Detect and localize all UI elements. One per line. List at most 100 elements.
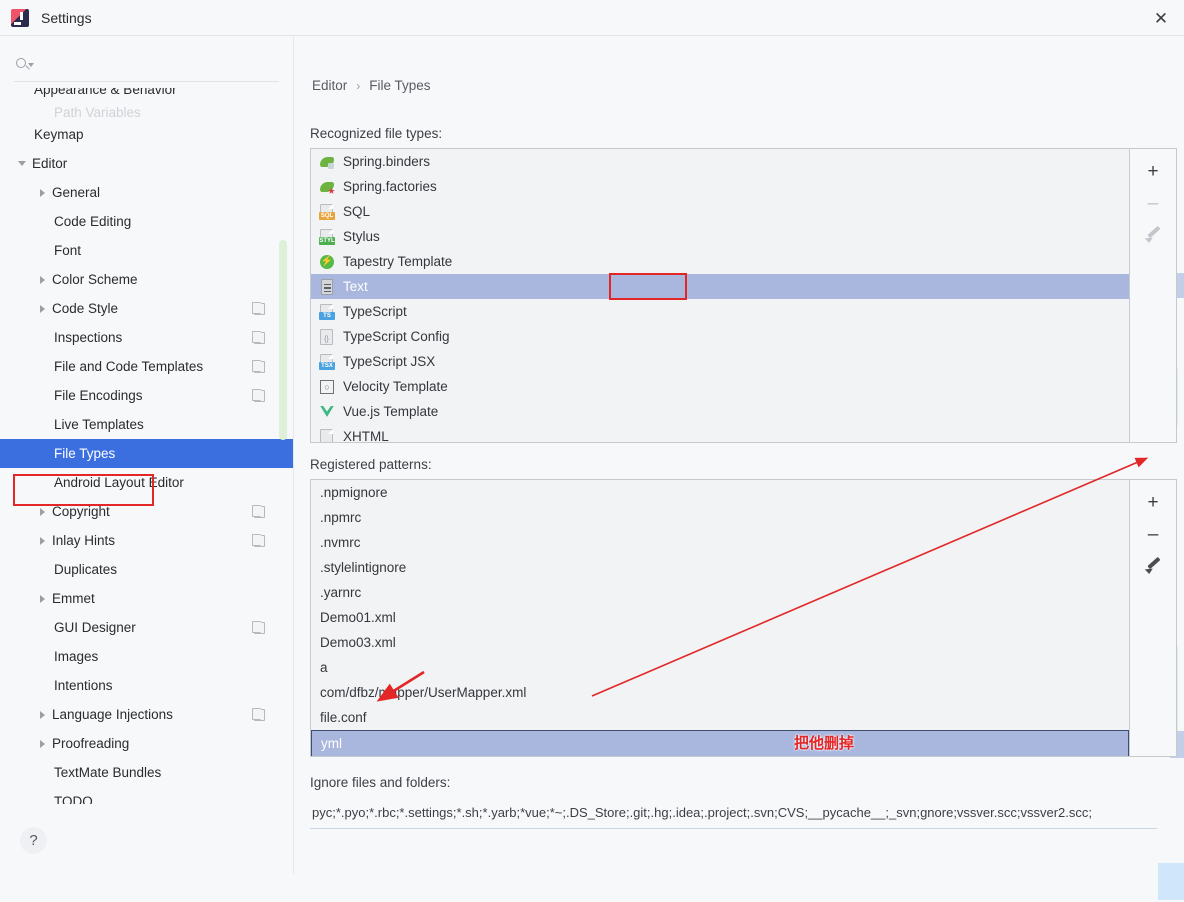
chevron-right-icon[interactable]	[34, 301, 50, 317]
recognized-file-types-list[interactable]: Spring.binders Spring.factories SQL SQL STYL…	[310, 148, 1130, 443]
sidebar-item-keymap[interactable]: Keymap	[0, 120, 293, 149]
chevron-right-icon[interactable]	[34, 736, 50, 752]
ignore-files-value: pyc;*.pyo;*.rbc;*.settings;*.sh;*.yarb;*…	[312, 805, 1093, 820]
sidebar-item-duplicates[interactable]: Duplicates	[0, 555, 293, 584]
copy-settings-icon[interactable]	[252, 533, 265, 547]
file-type-row[interactable]: SQL SQL	[311, 199, 1129, 224]
sidebar-item-file-and-code-templates[interactable]: File and Code Templates	[0, 352, 293, 381]
file-type-label: TypeScript Config	[343, 329, 450, 344]
file-type-row[interactable]: ○ Velocity Template	[311, 374, 1129, 399]
ok-button[interactable]: OK	[1158, 863, 1184, 900]
copy-settings-icon[interactable]	[252, 301, 265, 315]
pattern-row[interactable]: .stylelintignore	[311, 555, 1129, 580]
sidebar-item-appearance-behavior[interactable]: Appearance & Behavior	[0, 88, 293, 104]
settings-tree: Appearance & Behavior Path Variables Keyma…	[0, 88, 293, 804]
chevron-right-icon[interactable]	[34, 533, 50, 549]
sidebar-item-intentions[interactable]: Intentions	[0, 671, 293, 700]
sidebar-item-inlay-hints[interactable]: Inlay Hints	[0, 526, 293, 555]
sidebar-item-code-style[interactable]: Code Style	[0, 294, 293, 323]
copy-settings-icon[interactable]	[252, 359, 265, 373]
file-type-row[interactable]: ⚡ Tapestry Template	[311, 249, 1129, 274]
file-type-row[interactable]: Spring.factories	[311, 174, 1129, 199]
sidebar-item-path-variables[interactable]: Path Variables	[0, 104, 293, 120]
patterns-edit-button[interactable]	[1136, 550, 1170, 582]
file-type-row[interactable]: Spring.binders	[311, 149, 1129, 174]
sidebar-item-copyright[interactable]: Copyright	[0, 497, 293, 526]
chevron-right-icon: ›	[356, 78, 361, 93]
sidebar-item-proofreading[interactable]: Proofreading	[0, 729, 293, 758]
file-type-row[interactable]: TSX TypeScript JSX	[311, 349, 1129, 374]
copy-settings-icon[interactable]	[252, 388, 265, 402]
sidebar-item-emmet[interactable]: Emmet	[0, 584, 293, 613]
pattern-label: .npmrc	[320, 510, 362, 525]
registered-patterns-list[interactable]: .npmignore .npmrc .nvmrc .stylelintignore .y…	[310, 479, 1130, 757]
copy-settings-icon[interactable]	[252, 330, 265, 344]
pattern-row[interactable]: a	[311, 655, 1129, 680]
sidebar-item-android-layout-editor[interactable]: Android Layout Editor	[0, 468, 293, 497]
patterns-add-button[interactable]: +	[1136, 486, 1170, 518]
pattern-row[interactable]: .nvmrc	[311, 530, 1129, 555]
sidebar-item-label: Copyright	[52, 504, 110, 519]
pencil-icon	[1144, 225, 1162, 244]
chevron-down-icon[interactable]	[14, 156, 30, 172]
sidebar-item-label: Language Injections	[52, 707, 173, 722]
pattern-label: com/dfbz/mapper/UserMapper.xml	[320, 685, 527, 700]
sidebar-item-label: Proofreading	[52, 736, 130, 751]
file-types-edit-button[interactable]	[1136, 219, 1170, 251]
chevron-right-icon[interactable]	[34, 504, 50, 520]
file-type-row[interactable]: STYL Stylus	[311, 224, 1129, 249]
file-type-row[interactable]: TS TypeScript	[311, 299, 1129, 324]
stylus-file-icon: STYL	[319, 228, 335, 245]
file-type-label: TypeScript JSX	[343, 354, 436, 369]
close-icon[interactable]: ✕	[1138, 0, 1184, 36]
pattern-row[interactable]: Demo03.xml	[311, 630, 1129, 655]
pattern-label: yml	[321, 736, 342, 751]
sidebar-item-color-scheme[interactable]: Color Scheme	[0, 265, 293, 294]
search-input[interactable]	[38, 54, 279, 75]
pattern-row[interactable]: com/dfbz/mapper/UserMapper.xml	[311, 680, 1129, 705]
file-type-row[interactable]: {} TypeScript Config	[311, 324, 1129, 349]
breadcrumb-item-editor[interactable]: Editor	[312, 78, 347, 93]
pattern-row[interactable]: .yarnrc	[311, 580, 1129, 605]
ignore-files-label: Ignore files and folders:	[310, 775, 451, 790]
pattern-label: .stylelintignore	[320, 560, 407, 575]
sidebar-item-font[interactable]: Font	[0, 236, 293, 265]
sidebar-item-todo[interactable]: TODO	[0, 787, 293, 804]
sidebar-item-code-editing[interactable]: Code Editing	[0, 207, 293, 236]
help-button[interactable]: ?	[20, 827, 47, 854]
sidebar-item-label: Live Templates	[54, 417, 144, 432]
sidebar-item-file-encodings[interactable]: File Encodings	[0, 381, 293, 410]
chevron-right-icon[interactable]	[34, 185, 50, 201]
sidebar-item-inspections[interactable]: Inspections	[0, 323, 293, 352]
file-types-add-button[interactable]: +	[1136, 155, 1170, 187]
chevron-right-icon[interactable]	[34, 591, 50, 607]
sidebar-item-editor[interactable]: Editor	[0, 149, 293, 178]
file-type-row[interactable]: Vue.js Template	[311, 399, 1129, 424]
search-row[interactable]	[14, 48, 279, 82]
sidebar-item-label: Intentions	[54, 678, 113, 693]
file-types-remove-button[interactable]: –	[1136, 187, 1170, 219]
pattern-row[interactable]: yml	[311, 730, 1129, 756]
copy-settings-icon[interactable]	[252, 620, 265, 634]
sidebar-item-images[interactable]: Images	[0, 642, 293, 671]
file-type-row[interactable]: XHTML	[311, 424, 1129, 442]
sidebar-item-live-templates[interactable]: Live Templates	[0, 410, 293, 439]
sidebar-item-gui-designer[interactable]: GUI Designer	[0, 613, 293, 642]
sidebar-item-textmate-bundles[interactable]: TextMate Bundles	[0, 758, 293, 787]
sidebar-item-language-injections[interactable]: Language Injections	[0, 700, 293, 729]
file-type-row[interactable]: Text	[311, 274, 1129, 299]
sidebar-scrollbar-thumb[interactable]	[279, 240, 287, 440]
sidebar-item-file-types[interactable]: File Types	[0, 439, 293, 468]
pattern-row[interactable]: Demo01.xml	[311, 605, 1129, 630]
copy-settings-icon[interactable]	[252, 504, 265, 518]
chevron-right-icon[interactable]	[34, 707, 50, 723]
copy-settings-icon[interactable]	[252, 707, 265, 721]
ignore-files-input[interactable]: pyc;*.pyo;*.rbc;*.settings;*.sh;*.yarb;*…	[310, 797, 1157, 829]
sidebar-scrollbar-track[interactable]	[279, 88, 290, 804]
sidebar-item-general[interactable]: General	[0, 178, 293, 207]
pattern-row[interactable]: .npmrc	[311, 505, 1129, 530]
patterns-remove-button[interactable]: –	[1136, 518, 1170, 550]
chevron-right-icon[interactable]	[34, 272, 50, 288]
pattern-row[interactable]: .npmignore	[311, 480, 1129, 505]
pattern-row[interactable]: file.conf	[311, 705, 1129, 730]
